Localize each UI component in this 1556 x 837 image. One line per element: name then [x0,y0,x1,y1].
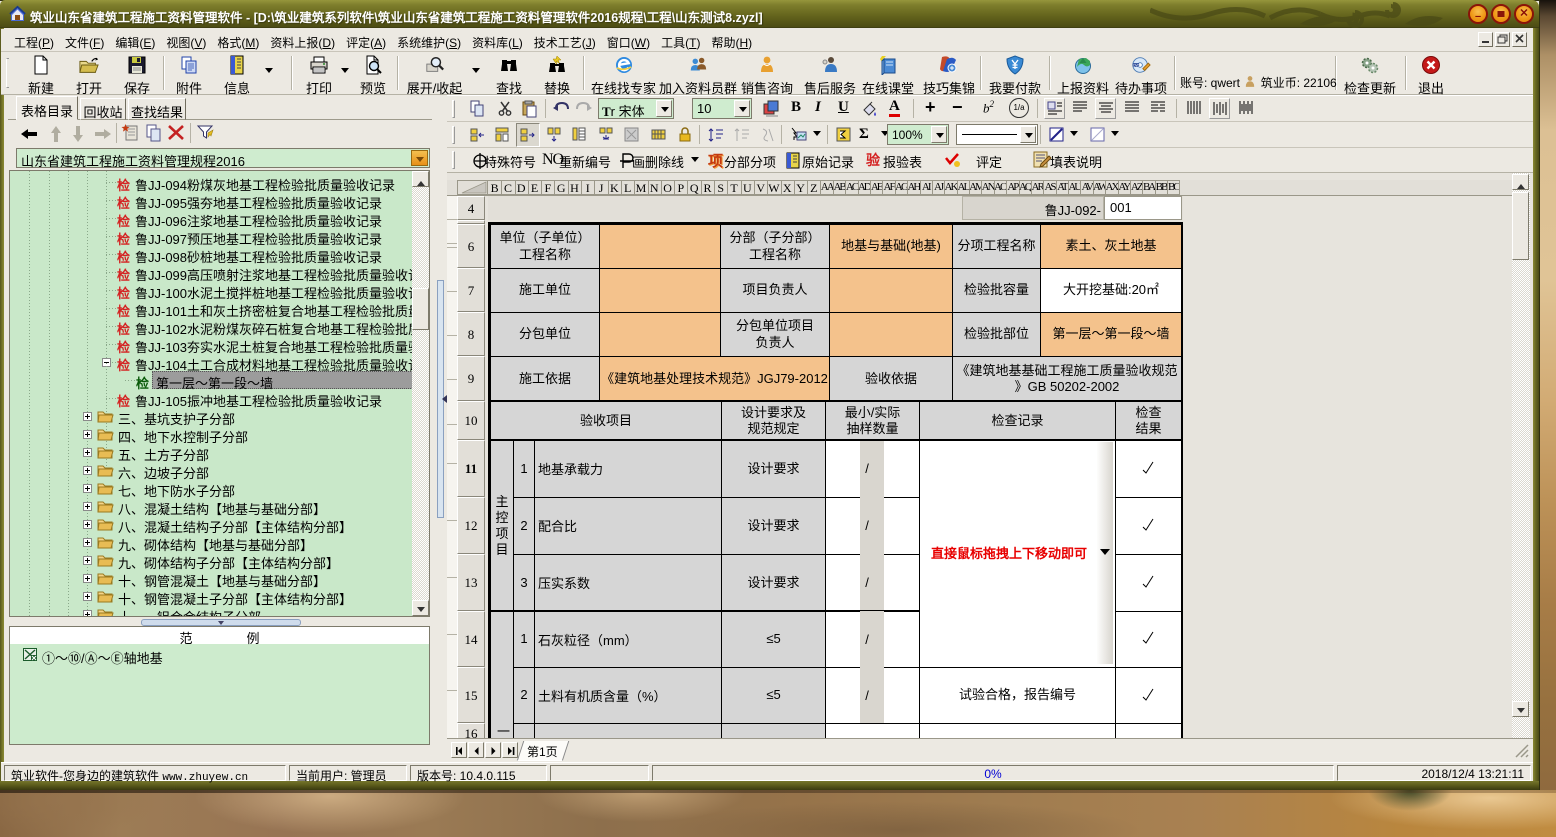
svg-text:DVD: DVD [1133,63,1140,67]
